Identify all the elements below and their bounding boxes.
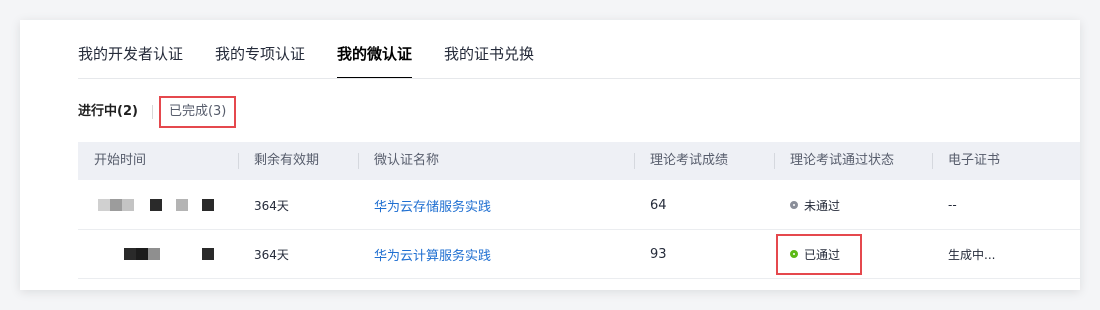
table-row: 364天 华为云存储服务实践 64 未通过 -- <box>78 181 1080 230</box>
table-header: 开始时间 剩余有效期 微认证名称 理论考试成绩 理论考试通过状态 电子证书 <box>78 142 1080 180</box>
tabs-divider <box>78 78 1080 79</box>
tab-micro-cert[interactable]: 我的微认证 <box>337 42 413 79</box>
subtab-separator <box>151 105 153 119</box>
column-pass-status: 理论考试通过状态 <box>774 142 932 180</box>
pass-status: 未通过 <box>774 197 932 214</box>
status-dot-green-icon <box>790 250 798 258</box>
status-label: 未通过 <box>804 198 841 213</box>
cert-name-link[interactable]: 华为云存储服务实践 <box>358 196 634 215</box>
subtab-completed[interactable]: 已完成(3) <box>158 96 237 128</box>
exam-score: 93 <box>650 246 667 262</box>
tab-specialty-cert[interactable]: 我的专项认证 <box>215 42 305 78</box>
column-e-certificate: 电子证书 <box>932 142 1072 180</box>
pass-status: 已通过 <box>774 233 932 275</box>
status-badge: 未通过 <box>790 197 840 214</box>
remaining-validity: 364天 <box>254 247 289 262</box>
remaining-validity: 364天 <box>254 198 289 213</box>
redacted-start-time <box>78 230 238 278</box>
column-validity: 剩余有效期 <box>238 142 358 180</box>
status-dot-grey-icon <box>790 201 798 209</box>
redacted-start-time <box>78 181 238 229</box>
certification-card: 我的开发者认证 我的专项认证 我的微认证 我的证书兑换 进行中(2) 已完成(3… <box>20 20 1080 290</box>
tab-developer-cert[interactable]: 我的开发者认证 <box>78 42 183 78</box>
column-exam-score: 理论考试成绩 <box>634 142 774 180</box>
column-cert-name: 微认证名称 <box>358 142 634 180</box>
tab-cert-exchange[interactable]: 我的证书兑换 <box>444 42 534 78</box>
table-row: 364天 华为云计算服务实践 93 已通过 生成中... <box>78 230 1080 279</box>
cert-name-link[interactable]: 华为云计算服务实践 <box>358 245 634 264</box>
e-certificate: 生成中... <box>948 247 996 262</box>
certification-tabs: 我的开发者认证 我的专项认证 我的微认证 我的证书兑换 <box>78 42 534 79</box>
status-badge: 已通过 <box>776 233 863 275</box>
exam-score: 64 <box>650 197 667 213</box>
column-start-time: 开始时间 <box>94 153 147 168</box>
status-subtabs: 进行中(2) 已完成(3) <box>78 96 237 128</box>
status-label: 已通过 <box>804 247 841 262</box>
e-certificate: -- <box>948 198 957 212</box>
subtab-in-progress[interactable]: 进行中(2) <box>78 102 138 122</box>
